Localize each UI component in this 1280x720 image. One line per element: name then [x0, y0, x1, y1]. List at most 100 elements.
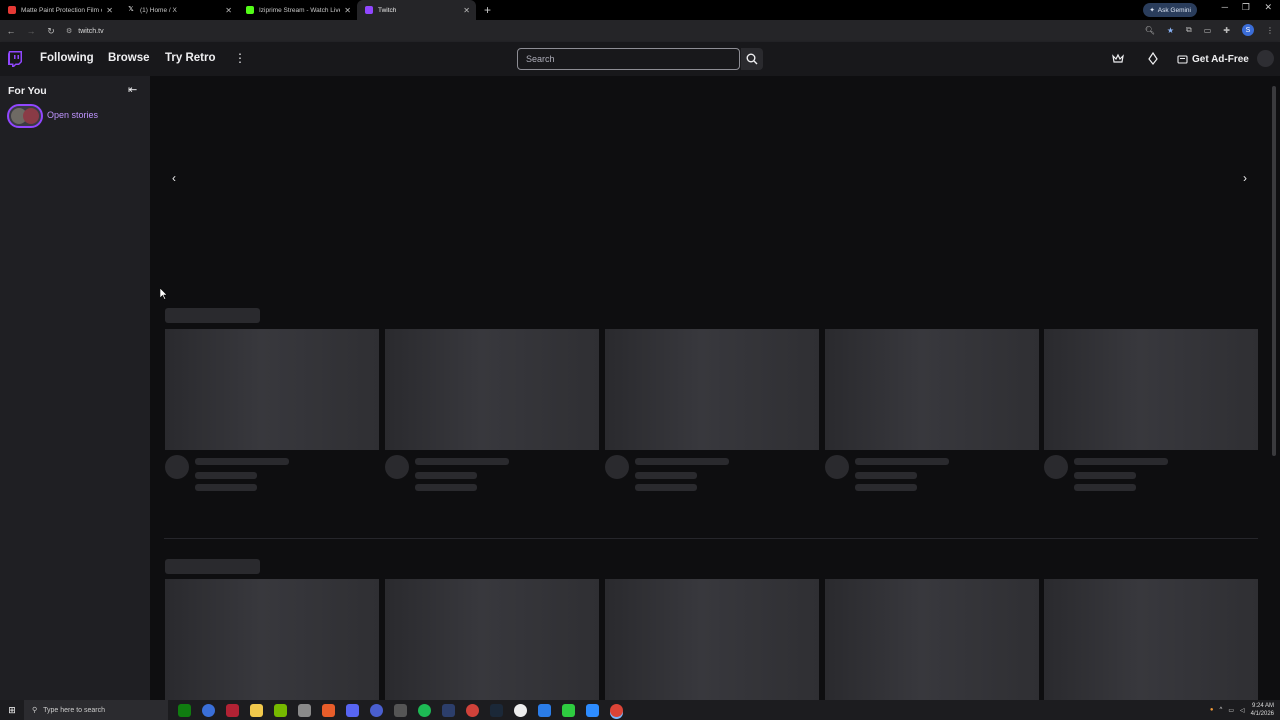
site-info-icon[interactable]: ⚙ — [66, 27, 72, 35]
open-stories-link[interactable]: Open stories — [47, 110, 98, 120]
side-nav: For You ⇤ Open stories — [0, 76, 150, 700]
section-heading-placeholder — [165, 559, 260, 574]
app-icon[interactable] — [562, 703, 575, 717]
new-tab-icon[interactable]: + — [484, 3, 491, 17]
close-tab-icon[interactable]: ✕ — [344, 6, 351, 15]
tray-app-icon[interactable]: ● — [1210, 707, 1214, 713]
stream-card-placeholder — [825, 329, 1039, 450]
browser-tab[interactable]: Matte Paint Protection Film on ✕ — [0, 0, 119, 20]
stories-avatar[interactable] — [7, 104, 43, 128]
app-icon[interactable] — [226, 703, 239, 717]
bits-icon[interactable] — [1146, 52, 1160, 66]
spotify-app-icon[interactable] — [418, 703, 431, 717]
search-icon — [746, 53, 758, 65]
file-explorer-icon[interactable] — [250, 703, 263, 717]
app-icon[interactable] — [298, 703, 311, 717]
text-line-placeholder — [195, 472, 257, 479]
taskbar-search-input[interactable]: ⚲ Type here to search — [24, 700, 168, 720]
browser-tab[interactable]: 𝕏 (1) Home / X ✕ — [119, 0, 238, 20]
close-tab-icon[interactable]: ✕ — [225, 6, 232, 15]
text-line-placeholder — [855, 472, 917, 479]
stream-card-placeholder — [605, 329, 819, 450]
browser-menu-icon[interactable]: ⋮ — [1266, 26, 1274, 35]
nav-try-retro[interactable]: Try Retro — [165, 52, 216, 64]
windows-taskbar: ⊞ ⚲ Type here to search ● ^ ▭ ◁ 9:24 AM … — [0, 700, 1280, 720]
collapse-sidebar-icon[interactable]: ⇤ — [128, 83, 137, 96]
steam-app-icon[interactable] — [490, 703, 503, 717]
title-line-placeholder — [415, 458, 509, 465]
app-icon[interactable] — [538, 703, 551, 717]
stream-card-placeholder — [1044, 579, 1258, 700]
taskbar-clock[interactable]: 9:24 AM 4/1/2026 — [1251, 702, 1274, 718]
close-tab-icon[interactable]: ✕ — [106, 6, 113, 15]
chrome-app-icon[interactable] — [514, 703, 527, 717]
close-window-icon[interactable]: ✕ — [1264, 2, 1272, 13]
nav-following[interactable]: Following — [40, 52, 94, 64]
gemini-sparkle-icon: ✦ — [1149, 7, 1155, 14]
tab-title: Matte Paint Protection Film on — [21, 6, 103, 14]
text-line-placeholder — [635, 484, 697, 491]
extension-puzzle-icon[interactable]: ✚ — [1223, 26, 1230, 35]
twitch-logo-icon[interactable] — [8, 51, 22, 67]
get-ad-free-button[interactable]: Get Ad-Free — [1173, 49, 1253, 69]
close-tab-icon[interactable]: ✕ — [463, 6, 470, 15]
zoom-app-icon[interactable] — [586, 703, 599, 717]
bookmark-star-icon[interactable]: ★ — [1167, 26, 1174, 35]
zoom-icon[interactable]: 🔍︎ — [1145, 26, 1155, 35]
taskbar-search-placeholder: Type here to search — [43, 706, 106, 714]
app-icon[interactable] — [370, 703, 383, 717]
browser-tab-active[interactable]: Twitch ✕ — [357, 0, 476, 20]
channel-avatar-placeholder — [165, 455, 189, 479]
discord-app-icon[interactable] — [346, 703, 359, 717]
tray-chevron-up-icon[interactable]: ^ — [1220, 707, 1223, 713]
text-line-placeholder — [1074, 484, 1136, 491]
app-icon[interactable] — [394, 703, 407, 717]
user-avatar[interactable] — [1257, 50, 1274, 67]
tab-title: Twitch — [378, 6, 397, 14]
url-field[interactable]: ⚙ twitch.tv — [66, 27, 104, 36]
text-line-placeholder — [855, 484, 917, 491]
scrollbar[interactable] — [1272, 86, 1276, 456]
carousel-next-icon[interactable]: › — [1243, 171, 1247, 185]
profile-avatar[interactable]: S — [1242, 24, 1254, 36]
channel-avatar-placeholder — [1044, 455, 1068, 479]
volume-icon[interactable]: ◁ — [1240, 707, 1245, 714]
title-line-placeholder — [195, 458, 289, 465]
sidebar-title: For You — [8, 85, 47, 97]
minimize-icon[interactable]: ─ — [1222, 2, 1228, 12]
address-bar: ← → ↻ ⚙ twitch.tv 🔍︎ ★ ⧉ ▭ ✚ S ⋮ — [0, 20, 1280, 42]
chrome-active-app-icon[interactable] — [610, 703, 623, 717]
channel-avatar-placeholder — [385, 455, 409, 479]
tab-title: Iziprime Stream - Watch Live o — [259, 6, 341, 14]
more-options-icon[interactable]: ⋮ — [234, 51, 246, 65]
cast-icon[interactable]: ▭ — [1204, 26, 1212, 35]
search-button[interactable] — [741, 48, 763, 70]
reload-icon[interactable]: ↻ — [42, 26, 60, 37]
nav-browse[interactable]: Browse — [108, 52, 150, 64]
back-icon[interactable]: ← — [2, 26, 20, 36]
edge-app-icon[interactable] — [202, 703, 215, 717]
browser-tab[interactable]: Iziprime Stream - Watch Live o ✕ — [238, 0, 357, 20]
text-line-placeholder — [1074, 472, 1136, 479]
prime-crown-icon[interactable] — [1111, 52, 1125, 66]
xbox-app-icon[interactable] — [178, 703, 191, 717]
url-text: twitch.tv — [78, 27, 104, 35]
clock-time: 9:24 AM — [1251, 703, 1274, 709]
search-input[interactable]: Search — [517, 48, 740, 70]
main-content: ‹ › — [150, 76, 1280, 700]
carousel-prev-icon[interactable]: ‹ — [172, 171, 176, 185]
app-icon[interactable] — [466, 703, 479, 717]
section-divider — [164, 538, 1258, 539]
app-icon[interactable] — [322, 703, 335, 717]
extensions-icon[interactable]: ⧉ — [1186, 25, 1192, 35]
network-icon[interactable]: ▭ — [1228, 707, 1234, 714]
app-icon[interactable] — [442, 703, 455, 717]
windows-start-icon[interactable]: ⊞ — [0, 705, 24, 716]
channel-avatar-placeholder — [605, 455, 629, 479]
nvidia-app-icon[interactable] — [274, 703, 287, 717]
forward-icon[interactable]: → — [22, 26, 40, 36]
restore-icon[interactable]: ❐ — [1242, 2, 1250, 13]
twitch-favicon-icon — [365, 6, 373, 14]
ask-gemini-button[interactable]: ✦ Ask Gemini — [1143, 3, 1197, 17]
channel-avatar-placeholder — [825, 455, 849, 479]
